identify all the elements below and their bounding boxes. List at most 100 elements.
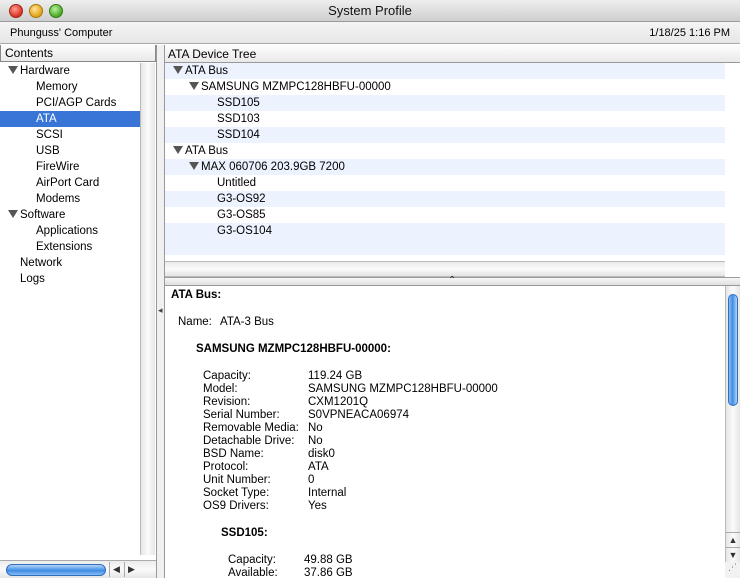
- field-value: Internal: [308, 487, 347, 499]
- device-tree-label: SSD103: [217, 113, 260, 125]
- disclosure-triangle-icon[interactable]: [8, 209, 18, 218]
- disclosure-triangle-icon[interactable]: [8, 65, 18, 74]
- sidebar-item-label: AirPort Card: [36, 177, 100, 189]
- sidebar-item-firewire[interactable]: FireWire: [0, 159, 140, 175]
- field-label: Socket Type:: [203, 487, 270, 499]
- device-tree-vertical-scrollbar[interactable]: [725, 63, 740, 261]
- window-title: System Profile: [328, 3, 412, 18]
- device-tree-row[interactable]: MAX 060706 203.9GB 7200: [165, 159, 725, 175]
- scroll-thumb[interactable]: [6, 564, 106, 576]
- split-view-divider[interactable]: ⌃: [165, 275, 740, 286]
- sidebar-item-software[interactable]: Software: [0, 207, 140, 223]
- device-tree-label: G3-OS92: [217, 193, 266, 205]
- disclosure-triangle-icon[interactable]: [189, 161, 199, 170]
- field-label: Revision:: [203, 396, 251, 408]
- device-tree-label: G3-OS85: [217, 209, 266, 221]
- field-label: Capacity:: [228, 554, 276, 566]
- computer-name: Phunguss' Computer: [10, 27, 113, 39]
- sidebar-item-scsi[interactable]: SCSI: [0, 127, 140, 143]
- sidebar-item-ata[interactable]: ATA: [0, 111, 140, 127]
- field-label: Available:: [228, 567, 278, 578]
- details-vertical-scrollbar[interactable]: ▲ ▼: [725, 286, 740, 578]
- disclosure-triangle-icon[interactable]: [173, 145, 183, 154]
- device-tree-row[interactable]: G3-OS85: [165, 207, 725, 223]
- field-label: Protocol:: [203, 461, 249, 473]
- field-value: disk0: [308, 448, 335, 460]
- bus-heading: ATA Bus:: [171, 289, 222, 301]
- sidebar-item-hardware[interactable]: Hardware: [0, 63, 140, 79]
- field-value: 49.88 GB: [304, 554, 353, 566]
- info-bar: Phunguss' Computer 1/18/25 1:16 PM: [0, 22, 740, 44]
- device-tree-row[interactable]: ATA Bus: [165, 143, 725, 159]
- device-tree-label: ATA Bus: [185, 145, 229, 157]
- sidebar-item-pci-agp-cards[interactable]: PCI/AGP Cards: [0, 95, 140, 111]
- field-label: Capacity:: [203, 370, 251, 382]
- sidebar-item-applications[interactable]: Applications: [0, 223, 140, 239]
- sidebar-item-logs[interactable]: Logs: [0, 271, 140, 287]
- device-tree-empty-row: [165, 239, 725, 255]
- sidebar-item-label: Software: [20, 209, 66, 221]
- field-value: S0VPNEACA06974: [308, 409, 410, 421]
- field-value: SAMSUNG MZMPC128HBFU-00000: [308, 383, 498, 395]
- scroll-thumb[interactable]: [728, 294, 738, 406]
- sidebar-item-extensions[interactable]: Extensions: [0, 239, 140, 255]
- drive-heading: SAMSUNG MZMPC128HBFU-00000:: [196, 343, 391, 355]
- volume-heading: SSD105:: [221, 527, 268, 539]
- field-value: Yes: [308, 500, 327, 512]
- resize-grip-icon[interactable]: ⋰: [725, 562, 740, 578]
- device-tree-label: SSD104: [217, 129, 260, 141]
- field-label: OS9 Drivers:: [203, 500, 269, 512]
- pane-splitter[interactable]: ◂: [157, 45, 165, 578]
- sidebar-item-modems[interactable]: Modems: [0, 191, 140, 207]
- scroll-up-arrow-icon[interactable]: ▲: [726, 532, 740, 546]
- device-tree-row[interactable]: SSD103: [165, 111, 725, 127]
- sidebar-item-label: Extensions: [36, 241, 93, 253]
- field-value: No: [308, 422, 323, 434]
- field-value: 37.86 GB: [304, 567, 353, 578]
- field-value: No: [308, 435, 323, 447]
- field-value: 119.24 GB: [308, 370, 363, 382]
- disclosure-triangle-icon[interactable]: [173, 65, 183, 74]
- sidebar-item-network[interactable]: Network: [0, 255, 140, 271]
- sidebar-item-label: Modems: [36, 193, 81, 205]
- field-label: Unit Number:: [203, 474, 271, 486]
- device-tree-row[interactable]: G3-OS92: [165, 191, 725, 207]
- device-tree-label: Untitled: [217, 177, 256, 189]
- device-tree-row[interactable]: G3-OS104: [165, 223, 725, 239]
- sidebar-item-label: Applications: [36, 225, 99, 237]
- sidebar-item-memory[interactable]: Memory: [0, 79, 140, 95]
- device-tree-label: G3-OS104: [217, 225, 272, 237]
- contents-horizontal-scrollbar[interactable]: ◀ ▶: [0, 560, 156, 578]
- field-label: Removable Media:: [203, 422, 299, 434]
- name-value: ATA-3 Bus: [220, 316, 274, 328]
- sidebar-item-label: Memory: [36, 81, 78, 93]
- sidebar-item-label: ATA: [36, 113, 57, 125]
- sidebar-item-label: SCSI: [36, 129, 63, 141]
- sidebar-item-airport-card[interactable]: AirPort Card: [0, 175, 140, 191]
- device-tree-row[interactable]: SSD104: [165, 127, 725, 143]
- device-tree-row[interactable]: Untitled: [165, 175, 725, 191]
- date-time: 1/18/25 1:16 PM: [649, 27, 730, 39]
- name-label: Name:: [178, 316, 212, 328]
- device-tree-row[interactable]: SAMSUNG MZMPC128HBFU-00000: [165, 79, 725, 95]
- sidebar-item-usb[interactable]: USB: [0, 143, 140, 159]
- device-tree-horizontal-scrollbar[interactable]: [165, 261, 725, 277]
- sidebar-item-label: USB: [36, 145, 60, 157]
- device-tree-label: SAMSUNG MZMPC128HBFU-00000: [201, 81, 391, 93]
- sidebar-item-label: PCI/AGP Cards: [36, 97, 117, 109]
- device-tree-header: ATA Device Tree: [165, 45, 740, 63]
- scroll-right-arrow-icon[interactable]: ▶: [124, 562, 138, 577]
- scroll-down-arrow-icon[interactable]: ▼: [726, 547, 740, 561]
- device-tree-label: SSD105: [217, 97, 260, 109]
- field-label: Detachable Drive:: [203, 435, 295, 447]
- field-value: ATA: [308, 461, 329, 473]
- device-tree-row[interactable]: SSD105: [165, 95, 725, 111]
- scroll-left-arrow-icon[interactable]: ◀: [109, 562, 123, 577]
- disclosure-triangle-icon[interactable]: [189, 81, 199, 90]
- device-tree-row[interactable]: ATA Bus: [165, 63, 725, 79]
- field-label: Serial Number:: [203, 409, 280, 421]
- sidebar-item-label: FireWire: [36, 161, 80, 173]
- sidebar-item-label: Logs: [20, 273, 45, 285]
- device-tree-panel: ATA Device Tree ATA Bus SAMSUNG MZMPC128H…: [165, 45, 740, 277]
- contents-vertical-scrollbar[interactable]: [140, 63, 155, 555]
